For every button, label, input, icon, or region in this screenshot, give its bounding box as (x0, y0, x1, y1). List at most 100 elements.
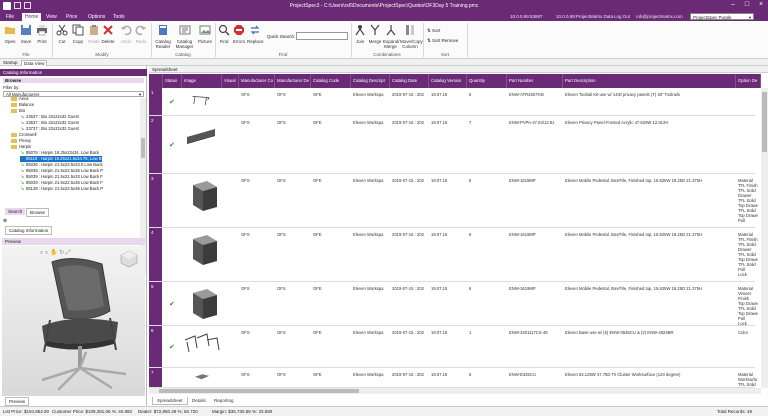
column-header[interactable]: Quantity (467, 74, 507, 88)
undo-button[interactable]: Undo (119, 24, 133, 44)
logout-link[interactable]: Log Out (614, 14, 630, 19)
grid-hscroll-thumb[interactable] (159, 389, 359, 393)
row-number[interactable]: 6 (149, 326, 162, 368)
cell-option[interactable]: Lock (738, 321, 760, 326)
cell-date[interactable]: 2019-07-15 : 202 (392, 232, 428, 237)
cell-part[interactable]: ENW-E345CU (509, 372, 562, 377)
cell-version[interactable]: 19.07.15 (431, 120, 466, 125)
cell-date[interactable]: 2019-07-15 : 202 (392, 178, 428, 183)
cell-mfr-desc[interactable]: OFS (277, 232, 310, 237)
cell-mfr-desc[interactable]: OFS (277, 330, 310, 335)
cell-part[interactable]: ENW-PVPA-47.63/12.81 (509, 120, 562, 125)
cell-qty[interactable]: 6 (469, 178, 506, 183)
close-button[interactable]: × (755, 1, 767, 8)
delete-button[interactable]: Delete (101, 24, 115, 44)
cell-qty[interactable]: 6 (469, 286, 506, 291)
cell-qty[interactable]: 6 (469, 232, 506, 237)
cell-cat-desc[interactable]: Eleven Workspa (353, 92, 389, 97)
cell-date[interactable]: 2019-07-15 : 202 (392, 330, 428, 335)
cell-desc[interactable]: Eleven Mobile Pedestal, Box/File, Finish… (565, 232, 735, 237)
cell-desc[interactable]: Eleven 63.125W 47.75D Tri Cluster Worksu… (565, 372, 735, 377)
cell-mfr-desc[interactable]: OFS (277, 286, 310, 291)
grid-scroll-thumb[interactable] (762, 92, 767, 152)
quick-search-input[interactable] (296, 32, 348, 40)
column-header[interactable]: Option De (736, 74, 761, 88)
cell-cat-desc[interactable]: Eleven Workspa (353, 330, 389, 335)
tab-reporting[interactable]: Reporting (210, 397, 238, 405)
cell-part[interactable]: ENW-1619MP (509, 232, 562, 237)
cell-mfr-desc[interactable]: OFS (277, 120, 310, 125)
cell-mfr-code[interactable]: OFS (241, 92, 274, 97)
tree-item[interactable]: ↘ 85138 : Harpin 21.5x22.5x36 Low Back P (20, 186, 103, 192)
paste-button[interactable]: Paste (87, 24, 101, 44)
menu-home[interactable]: Home (22, 13, 42, 21)
cell-cat-code[interactable]: OFE (313, 178, 350, 183)
column-header[interactable]: Catalog Version (429, 74, 467, 88)
menu-options[interactable]: Options (88, 14, 105, 20)
spreadsheet-grid[interactable]: Status Image Visual Manufacturer Co Manufact… (149, 66, 768, 396)
cell-cat-desc[interactable]: Eleven Workspa (353, 120, 389, 125)
tab-details[interactable]: Details (188, 397, 210, 405)
cell-desc[interactable]: Eleven Privacy Panel-Frosted Acrylic 47.… (565, 120, 735, 125)
save-button[interactable]: Save (19, 24, 33, 44)
cell-version[interactable]: 19.07.15 (431, 330, 466, 335)
row-number[interactable]: 4 (149, 228, 162, 282)
cell-version[interactable]: 19.07.15 (431, 286, 466, 291)
row-number[interactable]: 2 (149, 116, 162, 174)
cell-cat-desc[interactable]: Eleven Workspa (353, 372, 389, 377)
cell-option[interactable]: Lock (738, 272, 760, 277)
row-number[interactable]: 1 (149, 88, 162, 116)
column-header[interactable]: Manufacturer Co (239, 74, 275, 88)
sort-button[interactable]: ⇅ Sort (427, 28, 440, 34)
theme-select[interactable]: ProjectSpec Purple ▾ (690, 13, 754, 20)
cell-qty[interactable]: 7 (469, 120, 506, 125)
cell-cat-code[interactable]: OFE (313, 120, 350, 125)
cell-desc[interactable]: Eleven Base-use w/ (6) ENW-0545CU & (2) … (565, 330, 735, 335)
move-copy-column-button[interactable]: Move/Copy Column (400, 24, 423, 49)
expand-merge-button[interactable]: Expand/ Merge (383, 24, 400, 49)
cell-cat-desc[interactable]: Eleven Workspa (353, 286, 389, 291)
cell-part[interactable]: ENW-1619MP (509, 178, 562, 183)
cell-date[interactable]: 2019-07-15 : 202 (392, 120, 428, 125)
copy-button[interactable]: Copy (71, 24, 85, 44)
replace-button[interactable]: Replace (247, 24, 264, 44)
cell-version[interactable]: 19.07.15 (431, 178, 466, 183)
column-header[interactable]: Catalog Date (390, 74, 429, 88)
merge-button[interactable]: Merge (368, 24, 382, 44)
join-button[interactable]: Join (353, 24, 367, 44)
cell-cat-code[interactable]: OFE (313, 232, 350, 237)
cell-desc[interactable]: Eleven Mobile Pedestal, Box/File, Finish… (565, 178, 735, 183)
column-header[interactable]: Image (182, 74, 222, 88)
maximize-button[interactable]: □ (741, 1, 753, 8)
cell-desc[interactable]: Eleven Mobile Pedestal, Box/File, Finish… (565, 286, 735, 291)
column-header[interactable]: Catalog Descript (351, 74, 390, 88)
tab-browse[interactable]: Browse (26, 208, 50, 217)
find-button[interactable]: Find (217, 24, 231, 44)
tree-scroll-thumb[interactable] (141, 138, 145, 158)
cell-qty[interactable]: 1 (469, 330, 506, 335)
cell-mfr-code[interactable]: OFS (241, 286, 274, 291)
cell-desc[interactable]: Eleven Toolrail Kit-use w/ 14ID privacy … (565, 92, 735, 97)
cell-part[interactable]: ENW-ATR48STKB (509, 92, 562, 97)
cell-mfr-code[interactable]: OFS (241, 120, 274, 125)
menu-tools[interactable]: Tools (113, 14, 125, 20)
tab-spreadsheet[interactable]: Spreadsheet (152, 397, 188, 405)
row-number[interactable]: 3 (149, 174, 162, 228)
tab-startup[interactable]: Startup (3, 60, 18, 65)
cell-date[interactable]: 2019-07-15 : 202 (392, 92, 428, 97)
cell-part[interactable]: ENW-1619MP (509, 286, 562, 291)
preview-viewport[interactable]: ⌕ ⌕ ✋ ↻ ⤢ (2, 246, 145, 396)
minimize-button[interactable]: – (727, 1, 739, 8)
grid-horizontal-scrollbar[interactable] (149, 388, 761, 394)
cell-cat-code[interactable]: OFE (313, 372, 350, 377)
column-header[interactable]: Manufacturer De (275, 74, 311, 88)
cell-qty[interactable]: 5 (469, 92, 506, 97)
grid-corner[interactable] (149, 74, 163, 88)
tab-catalog-information[interactable]: Catalog Information (5, 226, 53, 235)
close-info-icon[interactable]: ⊗ (3, 218, 7, 224)
menu-price[interactable]: Price (66, 14, 77, 20)
cell-cat-desc[interactable]: Eleven Workspa (353, 232, 389, 237)
print-button[interactable]: Print (35, 24, 49, 44)
cell-version[interactable]: 19.07.15 (431, 372, 466, 377)
tab-search[interactable]: Search (5, 208, 26, 215)
